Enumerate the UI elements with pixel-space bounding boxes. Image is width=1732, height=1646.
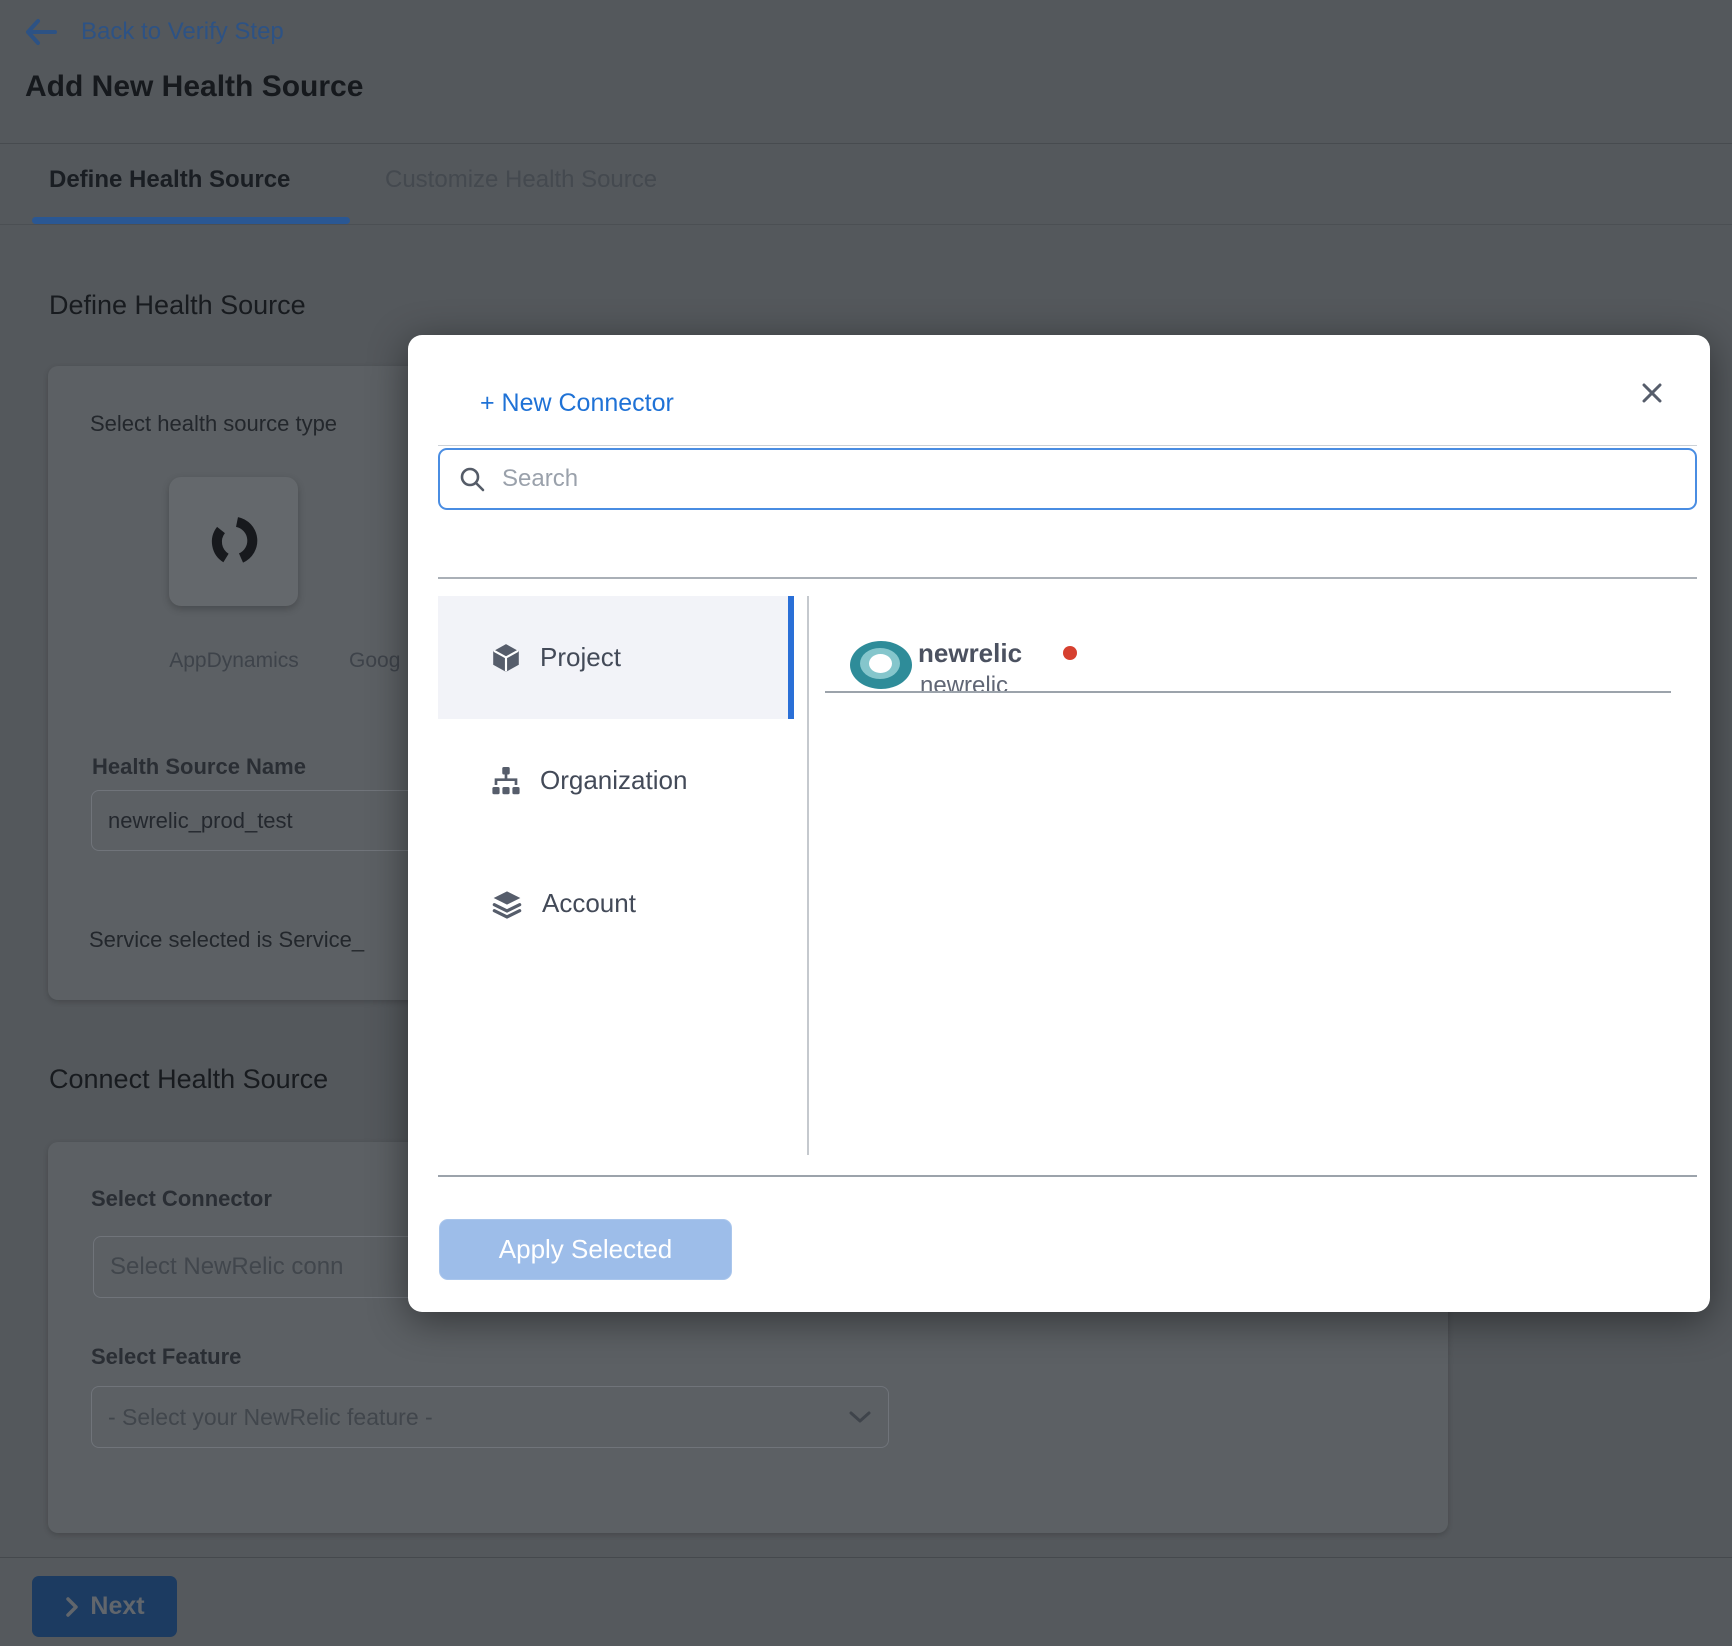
cube-icon (490, 642, 522, 674)
page-title: Add New Health Source (25, 70, 363, 104)
screen: Back to Verify Step Add New Health Sourc… (0, 0, 1732, 1646)
connector-row-divider (825, 691, 1671, 693)
appdynamics-tile[interactable] (169, 477, 298, 606)
appdynamics-icon (210, 517, 258, 565)
org-chart-icon (490, 765, 522, 797)
footer-divider (438, 1175, 1697, 1177)
next-button-label: Next (90, 1592, 144, 1621)
status-dot (1063, 646, 1077, 660)
search-input[interactable] (500, 464, 1695, 494)
scope-account-label: Account (542, 888, 636, 919)
next-button[interactable]: Next (32, 1576, 177, 1637)
footer-bar (0, 1557, 1732, 1646)
connector-id: newrelic (920, 672, 1008, 700)
scope-item-account[interactable]: Account (438, 842, 794, 965)
new-connector-link[interactable]: + New Connector (480, 389, 674, 418)
tab-customize-health-source[interactable]: Customize Health Source (385, 166, 657, 194)
search-box (438, 448, 1697, 510)
source-type-label: Select health source type (90, 411, 337, 437)
close-icon[interactable] (1630, 371, 1674, 415)
select-feature-label: Select Feature (91, 1344, 241, 1370)
search-icon (458, 465, 486, 493)
back-arrow-icon[interactable] (24, 18, 58, 46)
connector-select-modal: + New Connector (408, 335, 1710, 1312)
scope-item-organization[interactable]: Organization (438, 719, 794, 842)
chevron-right-icon (64, 1596, 80, 1618)
connect-section-heading: Connect Health Source (49, 1064, 328, 1095)
list-top-divider (438, 577, 1697, 579)
service-selected-text: Service selected is Service_ (89, 927, 364, 953)
back-to-verify-link[interactable]: Back to Verify Step (81, 18, 284, 46)
tab-define-health-source[interactable]: Define Health Source (49, 166, 290, 194)
scope-item-project[interactable]: Project (438, 596, 794, 719)
health-source-name-label: Health Source Name (92, 754, 306, 780)
google-tile-label: Goog (349, 649, 400, 673)
scope-list-divider (807, 596, 809, 1155)
chevron-down-icon (848, 1409, 872, 1425)
appdynamics-tile-label: AppDynamics (156, 649, 312, 673)
scope-organization-label: Organization (540, 765, 687, 796)
select-feature-dropdown[interactable]: - Select your NewRelic feature - (91, 1386, 889, 1448)
scope-project-label: Project (540, 642, 621, 673)
newrelic-connector-icon (850, 641, 912, 689)
layers-icon (490, 888, 524, 920)
header-divider (0, 143, 1732, 144)
select-feature-placeholder: - Select your NewRelic feature - (108, 1404, 433, 1431)
define-section-heading: Define Health Source (49, 290, 306, 321)
active-tab-underline (32, 217, 350, 224)
connector-name: newrelic (918, 638, 1022, 669)
search-top-line (438, 445, 1697, 446)
tabbar-divider (0, 224, 1732, 225)
apply-selected-button[interactable]: Apply Selected (439, 1219, 732, 1280)
select-connector-label: Select Connector (91, 1186, 272, 1212)
